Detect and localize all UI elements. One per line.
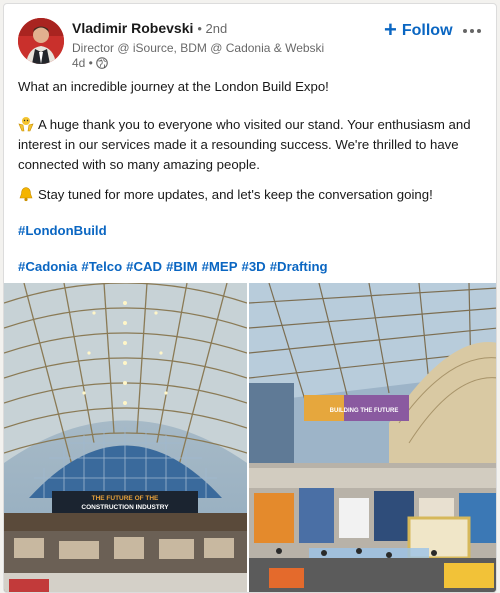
author-headline: Director @ iSource, BDM @ Cadonia & Webs… (72, 41, 325, 55)
hashtag-link[interactable]: #CAD (126, 259, 162, 274)
post-meta: 4d • (72, 56, 108, 70)
connection-degree: • 2nd (197, 21, 228, 36)
hashtag-link[interactable]: #BIM (166, 259, 198, 274)
post-stay-text: Stay tuned for more updates, and let's k… (38, 187, 433, 202)
post-thanks-text: A huge thank you to everyone who visited… (18, 117, 471, 172)
post-card: Vladimir Robevski • 2nd Director @ iSour… (3, 3, 497, 593)
hashtag-link[interactable]: #Telco (81, 259, 122, 274)
hashtag-link[interactable]: #Drafting (270, 259, 328, 274)
avatar[interactable] (18, 18, 64, 64)
bell-icon (19, 187, 33, 202)
hashtag-link[interactable]: #MEP (202, 259, 238, 274)
post-thanks: A huge thank you to everyone who visited… (18, 115, 488, 175)
hashtag-link[interactable]: #Cadonia (18, 259, 77, 274)
post-image-hall[interactable]: THE FUTURE OF THE CONSTRUCTION INDUSTRY (4, 283, 247, 592)
hashtag-link[interactable]: #LondonBuild (18, 223, 107, 238)
plus-icon: + (384, 17, 397, 42)
more-icon[interactable] (458, 18, 486, 44)
hashtag-main-row: #LondonBuild (18, 221, 488, 241)
follow-button[interactable]: + Follow (384, 18, 453, 44)
post-intro: What an incredible journey at the London… (18, 79, 329, 94)
left-banner-text: THE FUTURE OF THE (92, 495, 159, 502)
hashtag-row: #Cadonia #Telco #CAD #BIM #MEP #3D #Drafting (18, 257, 488, 277)
post-stay: Stay tuned for more updates, and let's k… (18, 185, 488, 205)
follow-label: Follow (401, 22, 453, 39)
post-image-floor[interactable]: BUILDING THE FUTURE (249, 283, 496, 592)
post-time: 4d • (72, 56, 93, 70)
hands-icon (18, 117, 34, 132)
globe-icon (96, 57, 108, 69)
right-banner-text: BUILDING THE FUTURE (330, 408, 399, 414)
author-row: Vladimir Robevski • 2nd (72, 20, 227, 36)
author-name[interactable]: Vladimir Robevski (72, 20, 193, 36)
svg-text:CONSTRUCTION INDUSTRY: CONSTRUCTION INDUSTRY (81, 504, 169, 511)
hashtag-link[interactable]: #3D (242, 259, 266, 274)
